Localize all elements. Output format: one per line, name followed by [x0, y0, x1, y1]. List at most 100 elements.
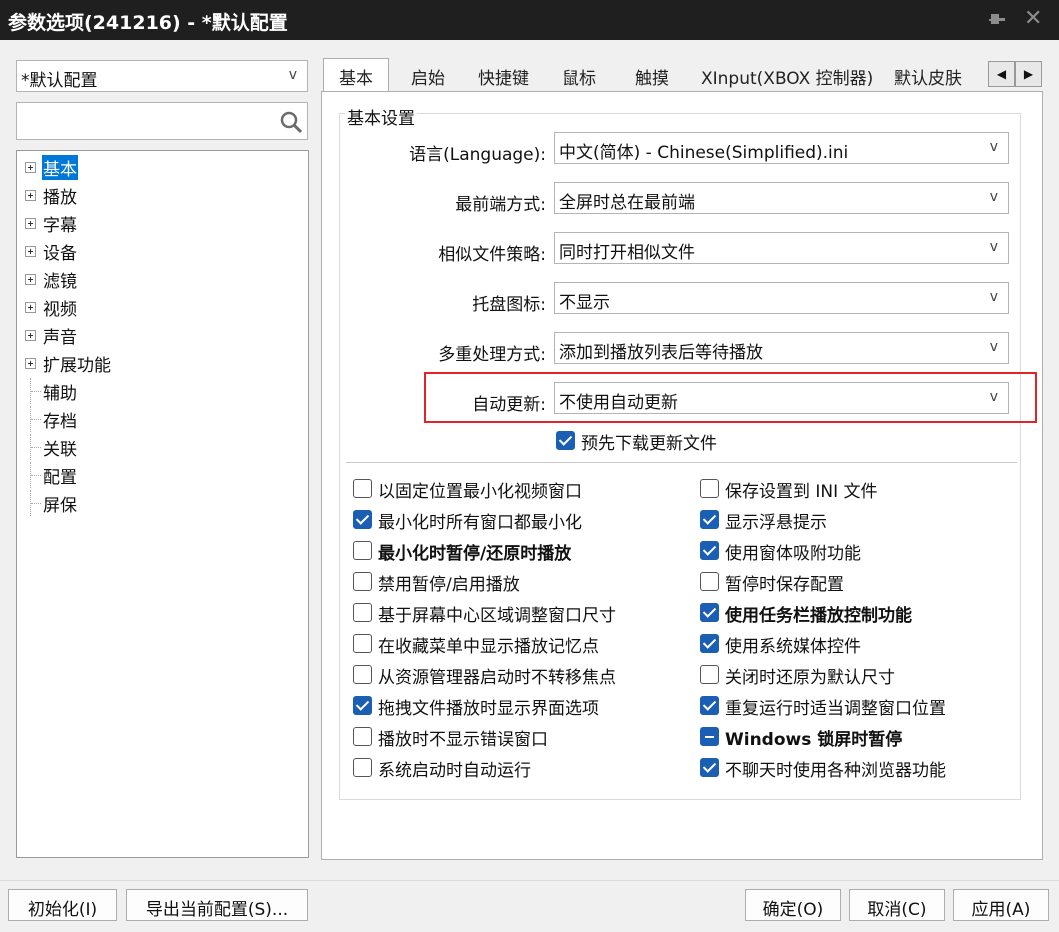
chevron-down-icon: v	[989, 289, 998, 305]
tree-item[interactable]: 屏保	[17, 490, 217, 516]
pin-icon[interactable]	[987, 10, 1007, 30]
tree-item-label: 滤镜	[43, 272, 77, 292]
setting-select-value: 中文(简体) - Chinese(Simplified).ini	[559, 143, 849, 163]
tab-5[interactable]: XInput(XBOX 控制器)	[701, 60, 873, 92]
option-label: 播放时不显示错误窗口	[378, 730, 548, 750]
checkbox-box[interactable]	[700, 634, 719, 653]
checkbox-box[interactable]	[700, 510, 719, 529]
tab-3[interactable]: 鼠标	[562, 60, 596, 92]
expand-icon[interactable]	[25, 246, 36, 257]
checkbox-box[interactable]	[700, 603, 719, 622]
tree-item-label: 基本	[42, 155, 78, 180]
tab-scroll-right-icon[interactable]: ▶	[1015, 61, 1042, 87]
tree-item[interactable]: 设备	[17, 238, 217, 264]
expand-icon[interactable]	[25, 330, 36, 341]
checkbox-box[interactable]	[353, 727, 372, 746]
tree-item-label: 字幕	[43, 216, 77, 236]
export-config-button[interactable]: 导出当前配置(S)...	[126, 889, 308, 921]
checkbox-box[interactable]	[700, 572, 719, 591]
tab-1[interactable]: 启始	[411, 60, 445, 92]
tab-scroll-left-icon[interactable]: ◀	[988, 61, 1015, 87]
footer-divider	[0, 880, 1059, 881]
checkbox-box[interactable]	[353, 696, 372, 715]
tree-item[interactable]: 配置	[17, 462, 217, 488]
checkbox-box[interactable]	[700, 696, 719, 715]
tab-2[interactable]: 快捷键	[478, 60, 529, 92]
expand-icon[interactable]	[25, 302, 36, 313]
setting-select[interactable]: 同时打开相似文件 v	[554, 232, 1009, 264]
window-title: 参数选项(241216) - *默认配置	[8, 12, 288, 34]
title-bar: 参数选项(241216) - *默认配置 ✕	[0, 0, 1059, 40]
ok-button[interactable]: 确定(O)	[745, 889, 841, 921]
checkbox-box[interactable]	[353, 479, 372, 498]
search-icon[interactable]	[279, 110, 303, 134]
tree-item[interactable]: 字幕	[17, 210, 217, 236]
tab-bar: 基本 启始 快捷键 鼠标 触摸 XInput(XBOX 控制器) 默认皮肤	[321, 58, 986, 92]
tab-0[interactable]: 基本	[323, 58, 389, 92]
setting-select[interactable]: 中文(简体) - Chinese(Simplified).ini v	[554, 132, 1009, 164]
checkbox-box[interactable]	[353, 634, 372, 653]
tree-item[interactable]: 扩展功能	[17, 350, 217, 376]
checkbox-box[interactable]	[353, 758, 372, 777]
checkbox-box[interactable]	[353, 603, 372, 622]
tree-item[interactable]: 声音	[17, 322, 217, 348]
option-label: 显示浮悬提示	[725, 513, 827, 533]
tab-4[interactable]: 触摸	[635, 60, 669, 92]
apply-button[interactable]: 应用(A)	[953, 889, 1049, 921]
setting-select-value: 全屏时总在最前端	[559, 193, 695, 213]
chevron-down-icon: v	[989, 339, 998, 355]
expand-icon[interactable]	[25, 358, 36, 369]
setting-select-value: 不显示	[559, 293, 610, 313]
option-label: 使用任务栏播放控制功能	[725, 606, 912, 626]
expand-icon[interactable]	[25, 218, 36, 229]
setting-label: 多重处理方式:	[438, 345, 546, 365]
checkbox-box[interactable]	[700, 758, 719, 777]
profile-select[interactable]: *默认配置 v	[16, 60, 308, 92]
tab-6[interactable]: 默认皮肤	[894, 60, 962, 92]
option-label: 最小化时暂停/还原时播放	[378, 544, 572, 564]
tree-item[interactable]: 基本	[17, 154, 217, 180]
tree-connector	[31, 391, 41, 392]
tree-item-label: 设备	[43, 244, 77, 264]
chevron-down-icon: v	[989, 239, 998, 255]
tree-item[interactable]: 存档	[17, 406, 217, 432]
predownload-label: 预先下载更新文件	[581, 434, 717, 454]
checkbox-box[interactable]	[353, 510, 372, 529]
close-icon[interactable]: ✕	[1024, 8, 1042, 30]
setting-select[interactable]: 全屏时总在最前端 v	[554, 182, 1009, 214]
expand-icon[interactable]	[25, 162, 36, 173]
checkbox-box[interactable]	[353, 665, 372, 684]
tree-item-label: 配置	[43, 468, 77, 488]
checkbox-box[interactable]	[353, 541, 372, 560]
tree-item[interactable]: 滤镜	[17, 266, 217, 292]
group-title: 基本设置	[345, 104, 417, 129]
search-input[interactable]	[16, 102, 308, 140]
checkbox-box[interactable]	[700, 727, 719, 746]
expand-icon[interactable]	[25, 190, 36, 201]
setting-label: 相似文件策略:	[438, 245, 546, 265]
reset-button[interactable]: 初始化(I)	[8, 889, 117, 921]
option-label: 在收藏菜单中显示播放记忆点	[378, 637, 599, 657]
settings-tree[interactable]: 基本 播放字幕设备滤镜视频 声音 扩展功能 辅助 存档 关联配置 屏保	[16, 150, 309, 858]
separator	[346, 462, 1017, 463]
setting-label: 托盘图标:	[472, 295, 546, 315]
option-label: 使用窗体吸附功能	[725, 544, 861, 564]
setting-select-value: 同时打开相似文件	[559, 243, 695, 263]
setting-select[interactable]: 不显示 v	[554, 282, 1009, 314]
tree-item[interactable]: 辅助	[17, 378, 217, 404]
tree-item-label: 视频	[43, 300, 77, 320]
checkbox-box[interactable]	[700, 479, 719, 498]
predownload-box[interactable]	[556, 431, 575, 450]
cancel-button[interactable]: 取消(C)	[849, 889, 945, 921]
checkbox-box[interactable]	[700, 665, 719, 684]
tree-item[interactable]: 视频	[17, 294, 217, 320]
tree-item[interactable]: 关联	[17, 434, 217, 460]
expand-icon[interactable]	[25, 274, 36, 285]
checkbox-box[interactable]	[353, 572, 372, 591]
option-label: Windows 锁屏时暂停	[725, 730, 903, 750]
setting-select[interactable]: 添加到播放列表后等待播放 v	[554, 332, 1009, 364]
tree-item[interactable]: 播放	[17, 182, 217, 208]
option-label: 禁用暂停/启用播放	[378, 575, 520, 595]
checkbox-box[interactable]	[700, 541, 719, 560]
auto-update-highlight	[424, 372, 1037, 423]
